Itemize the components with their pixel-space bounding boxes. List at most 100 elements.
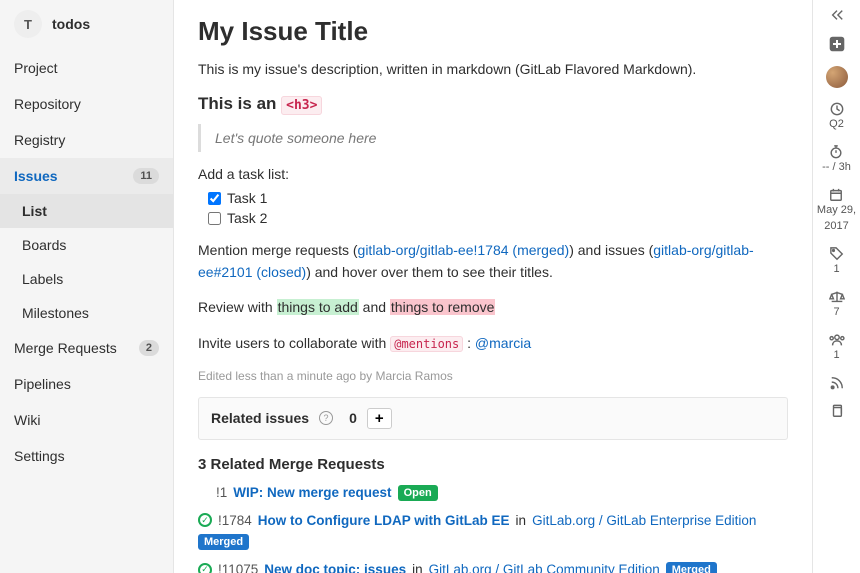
sidebar-item-wiki[interactable]: Wiki: [0, 402, 173, 438]
text: This is an: [198, 94, 281, 113]
user-mention[interactable]: @marcia: [475, 335, 531, 351]
assignee[interactable]: [826, 66, 848, 88]
sidebar-item-pipelines[interactable]: Pipelines: [0, 366, 173, 402]
main-content: My Issue Title This is my issue's descri…: [174, 0, 812, 573]
users-icon: [829, 333, 845, 347]
text: in: [412, 562, 423, 573]
date-label: May 29,: [817, 204, 856, 217]
labels[interactable]: 1: [830, 247, 844, 276]
edited-note: Edited less than a minute ago by Marcia …: [198, 369, 788, 383]
inline-code: <h3>: [281, 96, 322, 115]
mr-ref: !1784: [218, 513, 252, 528]
sidebar-sub-list[interactable]: List: [0, 194, 173, 228]
mr-count-badge: 2: [139, 340, 159, 356]
mr-link[interactable]: How to Configure LDAP with GitLab EE: [258, 513, 510, 528]
h3-demo: This is an <h3>: [198, 94, 788, 114]
sidebar-label: Repository: [14, 96, 81, 112]
status-badge: Merged: [198, 534, 249, 550]
chevron-double-left-icon: [830, 8, 844, 22]
add-related-button[interactable]: +: [367, 408, 392, 429]
sidebar-sub-label: Labels: [22, 271, 63, 287]
task-item: Task 2: [208, 210, 788, 226]
sidebar-label: Registry: [14, 132, 65, 148]
tags-icon: [830, 247, 844, 261]
mr-item: !1 WIP: New merge request Open: [198, 485, 788, 501]
mention-code: @mentions: [390, 336, 463, 352]
text: ) and issues (: [569, 242, 653, 258]
text: and: [359, 299, 390, 315]
mr-item: ✓ !1784 How to Configure LDAP with GitLa…: [198, 513, 788, 550]
collapse-button[interactable]: [830, 8, 844, 22]
mr-link[interactable]: New doc topic: issues: [264, 562, 406, 573]
task-label: Task 1: [227, 190, 267, 206]
related-issues-box: Related issues ? 0 +: [198, 397, 788, 440]
sidebar-label: Project: [14, 60, 58, 76]
milestone-label: Q2: [829, 118, 844, 131]
task-checkbox[interactable]: [208, 192, 221, 205]
weight-value: 7: [833, 306, 839, 319]
project-name: todos: [52, 16, 90, 32]
plus-square-icon: [829, 36, 845, 52]
task-checkbox[interactable]: [208, 212, 221, 225]
calendar-icon: [829, 188, 843, 202]
merged-icon: ✓: [198, 563, 212, 573]
sidebar-item-issues[interactable]: Issues 11: [0, 158, 173, 194]
mr-link[interactable]: WIP: New merge request: [233, 485, 391, 500]
text: Review with: [198, 299, 277, 315]
due-date[interactable]: May 29, 2017: [817, 188, 856, 232]
participants-count: 1: [833, 349, 839, 362]
issue-title: My Issue Title: [198, 16, 788, 47]
task-label: Task 2: [227, 210, 267, 226]
mr-ref: !1: [216, 485, 227, 500]
sidebar-sub-label: List: [22, 203, 47, 219]
mr-link[interactable]: gitlab-org/gitlab-ee!1784 (merged): [358, 242, 570, 258]
sidebar-sub-milestones[interactable]: Milestones: [0, 296, 173, 330]
sidebar-sub-label: Boards: [22, 237, 66, 253]
project-avatar: T: [14, 10, 42, 38]
blockquote: Let's quote someone here: [198, 124, 788, 152]
right-sidebar: Q2 -- / 3h May 29, 2017 1 7 1: [812, 0, 860, 573]
sidebar-label: Settings: [14, 448, 65, 464]
copy-icon: [830, 404, 844, 418]
mention-paragraph: Mention merge requests (gitlab-org/gitla…: [198, 240, 788, 283]
sidebar-sub-boards[interactable]: Boards: [0, 228, 173, 262]
sidebar-item-merge-requests[interactable]: Merge Requests 2: [0, 330, 173, 366]
text: Invite users to collaborate with: [198, 335, 390, 351]
clock-icon: [830, 102, 844, 116]
issues-count-badge: 11: [133, 168, 159, 184]
project-link[interactable]: GitLab.org / GitLab Enterprise Edition: [532, 513, 756, 528]
notifications[interactable]: [830, 376, 844, 390]
text: :: [463, 335, 475, 351]
sidebar-item-project[interactable]: Project: [0, 50, 173, 86]
stopwatch-icon: [829, 145, 843, 159]
time-tracking[interactable]: -- / 3h: [822, 145, 851, 174]
diff-paragraph: Review with things to add and things to …: [198, 297, 788, 319]
milestone[interactable]: Q2: [829, 102, 844, 131]
deletion: things to remove: [390, 299, 496, 315]
participants[interactable]: 1: [829, 333, 845, 362]
add-todo-button[interactable]: [829, 36, 845, 52]
scale-icon: [829, 290, 845, 304]
project-link[interactable]: GitLab.org / GitLab Community Edition: [429, 562, 660, 573]
project-header[interactable]: T todos: [0, 0, 173, 50]
sidebar-item-registry[interactable]: Registry: [0, 122, 173, 158]
text: Mention merge requests (: [198, 242, 358, 258]
related-label: Related issues: [211, 410, 309, 426]
sidebar-label: Wiki: [14, 412, 40, 428]
weight[interactable]: 7: [829, 290, 845, 319]
copy-reference[interactable]: [830, 404, 844, 418]
issue-description: This is my issue's description, written …: [198, 59, 788, 80]
task-intro: Add a task list:: [198, 166, 788, 182]
sidebar-item-repository[interactable]: Repository: [0, 86, 173, 122]
time-label: -- / 3h: [822, 161, 851, 174]
status-badge: Merged: [666, 562, 717, 573]
sidebar-sub-label: Milestones: [22, 305, 89, 321]
help-icon[interactable]: ?: [319, 411, 333, 425]
insertion: things to add: [277, 299, 359, 315]
sidebar-sub-labels[interactable]: Labels: [0, 262, 173, 296]
text: ) and hover over them to see their title…: [306, 264, 553, 280]
task-item: Task 1: [208, 190, 788, 206]
invite-paragraph: Invite users to collaborate with @mentio…: [198, 333, 788, 355]
labels-count: 1: [833, 263, 839, 276]
sidebar-item-settings[interactable]: Settings: [0, 438, 173, 474]
